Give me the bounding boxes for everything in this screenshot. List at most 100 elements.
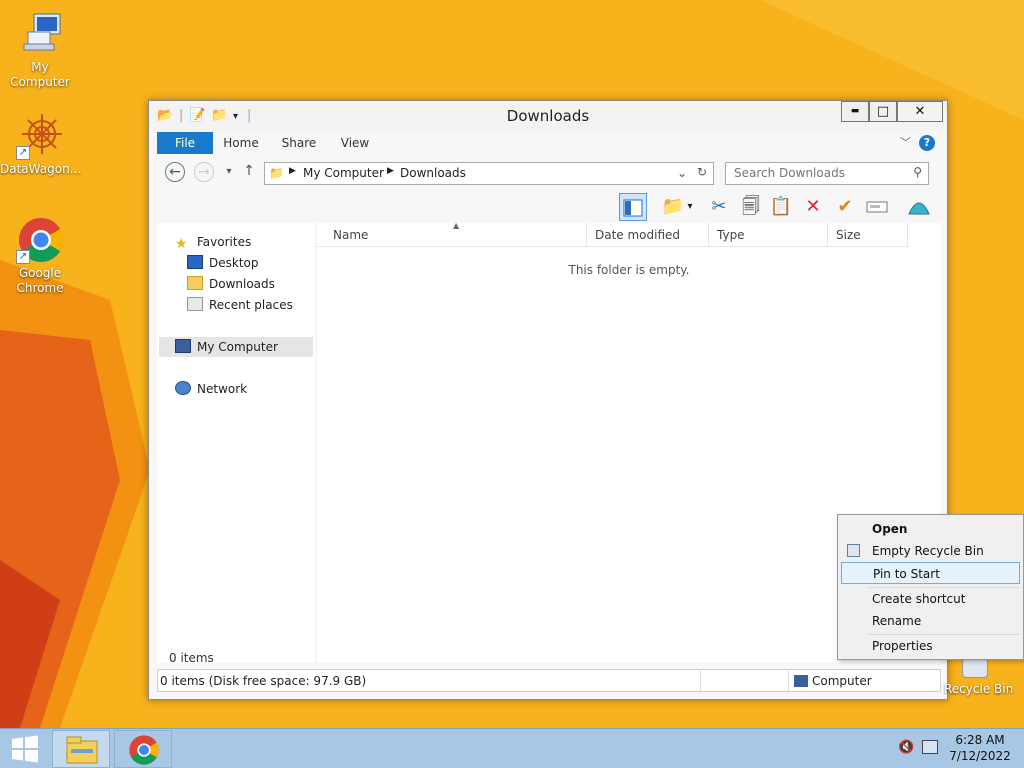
up-arrow-icon[interactable]: ↑: [239, 162, 259, 182]
computer-icon: [16, 10, 64, 58]
help-button[interactable]: ?: [919, 135, 935, 151]
nav-my-computer[interactable]: My Computer: [159, 337, 313, 357]
search-icon[interactable]: ⚲: [913, 165, 922, 179]
desktop-icon-my-computer[interactable]: My Computer: [0, 10, 80, 90]
tab-share[interactable]: Share: [275, 132, 323, 154]
breadcrumb-downloads[interactable]: Downloads: [400, 166, 466, 180]
address-bar[interactable]: 📁 ▶ My Computer ▶ Downloads ⌄ ↻: [264, 162, 714, 185]
context-menu: Open Empty Recycle Bin Pin to Start Crea…: [837, 514, 1024, 660]
search-input[interactable]: [734, 163, 904, 183]
paste-icon[interactable]: 📋: [767, 193, 795, 221]
status-computer-label: Computer: [812, 674, 872, 688]
nav-label: Downloads: [209, 277, 275, 291]
menu-item-rename[interactable]: Rename: [841, 610, 1020, 632]
desktop-icon-label: My Computer: [10, 60, 70, 89]
minimize-button[interactable]: ▬: [841, 101, 869, 122]
rename-icon[interactable]: [863, 193, 891, 221]
address-dropdown-icon[interactable]: ⌄: [677, 166, 687, 180]
recycle-bin-icon: [962, 658, 988, 678]
nav-favorites[interactable]: ★ Favorites: [175, 232, 251, 252]
breadcrumb-my-computer[interactable]: My Computer: [303, 166, 384, 180]
desktop-icon-google-chrome[interactable]: ↗ Google Chrome: [0, 216, 80, 296]
forward-button[interactable]: →: [194, 162, 214, 182]
clock-date: 7/12/2022: [949, 749, 1011, 763]
breadcrumb-separator-icon: ▶: [289, 166, 296, 176]
taskbar: 🔇 6:28 AM 7/12/2022: [0, 728, 1024, 768]
nav-label: Favorites: [197, 235, 252, 249]
tab-file[interactable]: File: [157, 132, 213, 154]
recycle-bin-icon: [847, 544, 860, 557]
menu-item-label: Empty Recycle Bin: [872, 544, 984, 558]
menu-item-empty-recycle-bin[interactable]: Empty Recycle Bin: [841, 540, 1020, 562]
nav-label: My Computer: [197, 340, 278, 354]
divider: [700, 670, 701, 691]
menu-item-open[interactable]: Open: [841, 518, 1020, 540]
ribbon-tabs: File Home Share View ﹀ ?: [157, 132, 939, 154]
chrome-icon: [129, 735, 159, 765]
status-bar: 0 items (Disk free space: 97.9 GB) Compu…: [157, 669, 941, 692]
network-status-icon[interactable]: [922, 740, 938, 754]
column-header-size[interactable]: Size: [828, 223, 908, 247]
clock-time: 6:28 AM: [955, 733, 1005, 747]
star-icon: ★: [175, 236, 188, 252]
nav-recent-places[interactable]: Recent places: [187, 295, 293, 315]
address-row: ← → ▾ ↑ 📁 ▶ My Computer ▶ Downloads ⌄ ↻ …: [157, 156, 939, 190]
nav-desktop[interactable]: Desktop: [187, 253, 259, 273]
sort-indicator-icon: ▲: [453, 221, 460, 230]
recent-locations-dropdown-icon[interactable]: ▾: [219, 162, 239, 182]
status-computer: Computer: [794, 674, 872, 688]
view-dropdown-icon[interactable]: ▾: [683, 193, 697, 221]
file-explorer-icon: [66, 736, 98, 764]
desktop-icon-datawagon[interactable]: ↗ DataWagon...: [0, 112, 82, 177]
title-bar[interactable]: 📂 | 📝 📁 ▾ | Downloads ▬ □ ✕: [149, 101, 947, 131]
start-button[interactable]: [0, 730, 48, 768]
volume-muted-icon[interactable]: 🔇: [898, 740, 914, 755]
menu-item-create-shortcut[interactable]: Create shortcut: [841, 588, 1020, 610]
clock[interactable]: 6:28 AM 7/12/2022: [944, 732, 1016, 764]
taskbar-google-chrome[interactable]: [114, 730, 172, 768]
column-headers: Name ▲ Date modified Type Size: [317, 221, 909, 247]
status-text: 0 items (Disk free space: 97.9 GB): [160, 674, 367, 688]
search-box[interactable]: ⚲: [725, 162, 929, 185]
recent-places-icon: [187, 297, 203, 311]
back-button[interactable]: ←: [165, 162, 185, 182]
shell-icon[interactable]: [905, 193, 933, 221]
desktop-icon-label: Google Chrome: [16, 266, 64, 295]
desktop-icon-label: Recycle Bin: [944, 682, 1014, 696]
chrome-icon: ↗: [16, 216, 64, 264]
preview-pane-icon[interactable]: [619, 193, 647, 221]
menu-item-pin-to-start[interactable]: Pin to Start: [841, 562, 1020, 584]
desktop-icon-label: DataWagon...: [0, 162, 82, 176]
nav-downloads[interactable]: Downloads: [187, 274, 275, 294]
close-button[interactable]: ✕: [897, 101, 943, 122]
desktop-icon: [187, 255, 203, 269]
items-count: 0 items: [169, 651, 214, 665]
chevron-down-icon[interactable]: ﹀: [900, 134, 911, 150]
toolbar: 📁 ▾ ✂ 🗐 📋 ✕ ✔: [609, 192, 939, 222]
shortcut-arrow-icon: ↗: [16, 146, 30, 160]
maximize-button[interactable]: □: [869, 101, 897, 122]
delete-icon[interactable]: ✕: [799, 193, 827, 221]
window-title: Downloads: [506, 107, 590, 125]
windows-logo-icon: [12, 735, 38, 763]
network-icon: [175, 381, 191, 395]
checkmark-icon[interactable]: ✔: [831, 193, 859, 221]
folder-icon: 📁: [269, 166, 284, 180]
menu-item-properties[interactable]: Properties: [841, 635, 1020, 657]
taskbar-file-explorer[interactable]: [52, 730, 110, 768]
column-header-date-modified[interactable]: Date modified: [587, 223, 709, 247]
nav-network[interactable]: Network: [175, 379, 247, 399]
breadcrumb-separator-icon: ▶: [387, 166, 394, 176]
computer-icon: [794, 675, 808, 687]
computer-icon: [175, 339, 191, 353]
divider: [788, 670, 789, 691]
tab-view[interactable]: View: [333, 132, 377, 154]
column-header-type[interactable]: Type: [709, 223, 828, 247]
copy-icon[interactable]: 🗐: [737, 193, 765, 221]
downloads-folder-icon: [187, 276, 203, 290]
nav-label: Recent places: [209, 298, 293, 312]
tab-home[interactable]: Home: [219, 132, 263, 154]
nav-label: Desktop: [209, 256, 259, 270]
refresh-icon[interactable]: ↻: [697, 165, 707, 179]
cut-icon[interactable]: ✂: [705, 193, 733, 221]
